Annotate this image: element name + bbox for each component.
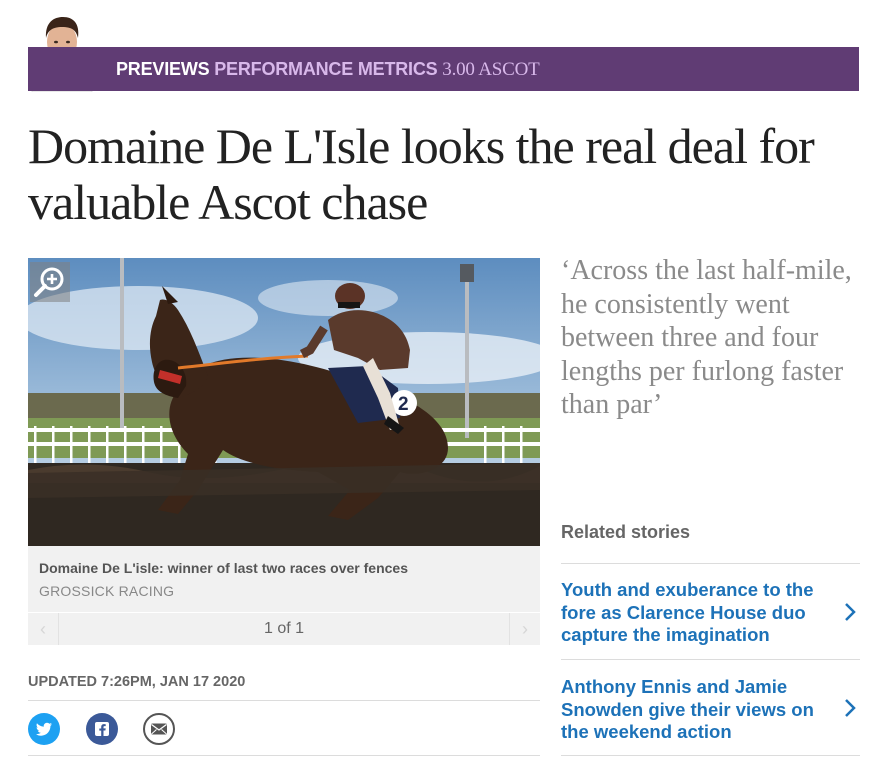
related-story-link[interactable]: Anthony Ennis and Jamie Snowden give the…: [561, 676, 860, 744]
gallery-counter: 1 of 1: [263, 620, 305, 637]
gallery-next-button[interactable]: ›: [509, 613, 540, 645]
section-label[interactable]: PREVIEWS: [116, 59, 210, 79]
category-label[interactable]: PERFORMANCE METRICS: [214, 59, 437, 79]
divider: [561, 563, 860, 564]
section-banner: PREVIEWS PERFORMANCE METRICS 3.00 ASCOT: [28, 47, 859, 91]
article-photo[interactable]: 2: [28, 258, 540, 546]
gallery-pager: ‹ 1 of 1 ›: [28, 613, 540, 645]
pull-quote: ‘Across the last half-mile, he consisten…: [561, 255, 852, 420]
photo-credit: GROSSICK RACING: [39, 583, 175, 599]
photo-caption-box: Domaine De L'isle: winner of last two ra…: [28, 546, 540, 612]
photo-caption: Domaine De L'isle: winner of last two ra…: [39, 560, 409, 576]
twitter-icon[interactable]: [28, 713, 60, 745]
email-icon[interactable]: [143, 713, 175, 745]
related-story-link[interactable]: Youth and exuberance to the fore as Clar…: [561, 579, 860, 647]
related-story-title[interactable]: Anthony Ennis and Jamie Snowden give the…: [561, 676, 841, 744]
chevron-right-icon: [845, 603, 856, 621]
divider: [561, 755, 860, 756]
divider: [28, 700, 540, 701]
facebook-icon[interactable]: [86, 713, 118, 745]
chevron-right-icon: [845, 699, 856, 717]
divider: [561, 659, 860, 660]
zoom-icon[interactable]: [30, 262, 70, 302]
related-story-title[interactable]: Youth and exuberance to the fore as Clar…: [561, 579, 841, 647]
divider: [28, 755, 540, 756]
related-stories-title: Related stories: [561, 522, 691, 542]
race-label: 3.00 ASCOT: [442, 59, 540, 80]
updated-timestamp: UPDATED 7:26PM, JAN 17 2020: [28, 674, 246, 690]
page-title: Domaine De L'Isle looks the real deal fo…: [28, 118, 815, 230]
saddle-number: 2: [398, 394, 409, 415]
